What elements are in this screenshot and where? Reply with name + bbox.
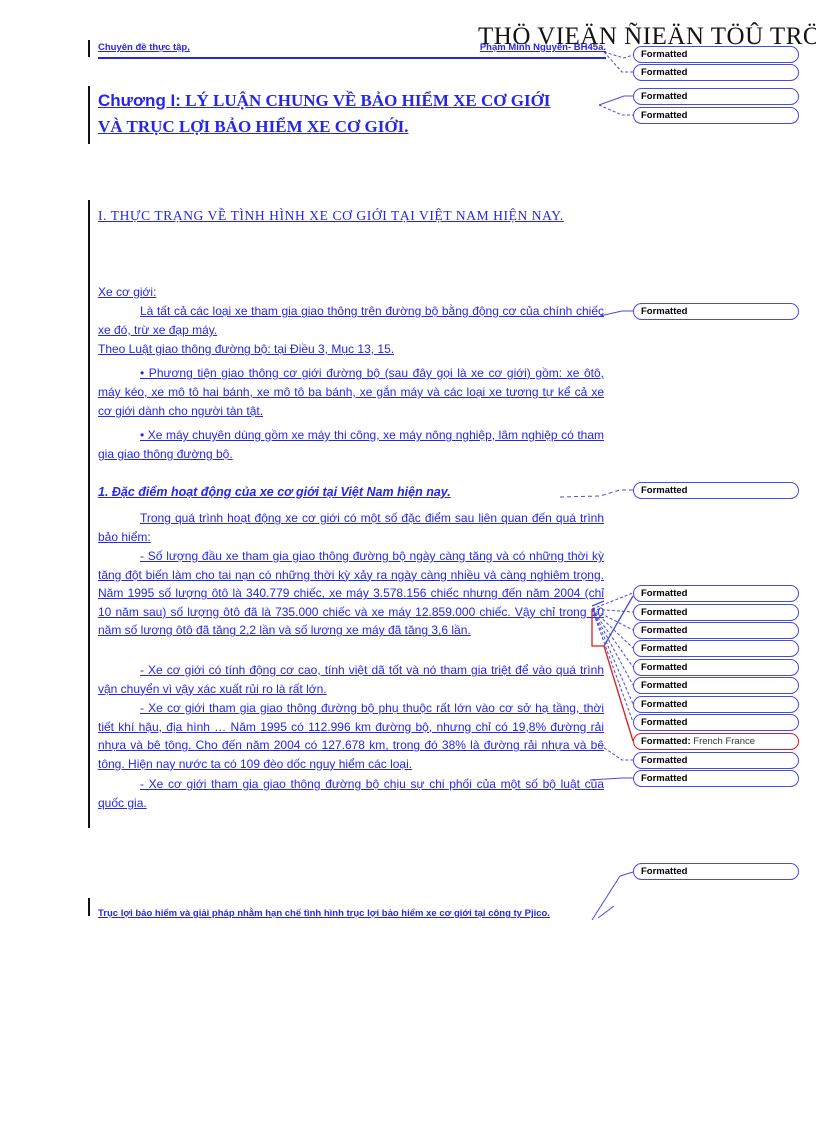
law-reference-text: Theo Luật giao thông đường bộ: tại Điều …: [98, 342, 395, 356]
document-page: THÖ VIEÄN ÑIEÄN TÖÛ TRÖÏC TUYEÁN Chuyên …: [0, 0, 816, 1123]
revision-balloon[interactable]: Formatted: [633, 64, 799, 81]
section-heading-1: I. THỰC TRẠNG VỀ TÌNH HÌNH XE CƠ GIỚI TẠ…: [98, 208, 564, 223]
point-paragraph-2: - Xe cơ giới có tính động cơ cao, tính v…: [98, 661, 604, 698]
change-bar-body: [88, 200, 90, 828]
bullet-1-text: • Phương tiện giao thông cơ giới đường b…: [98, 366, 604, 418]
point-paragraph-4: - Xe cơ giới tham gia giao thông đường b…: [98, 775, 604, 812]
change-bar-footer: [88, 898, 90, 916]
revision-balloon-label: Formatted: [641, 866, 688, 877]
revision-balloon-label: Formatted: [641, 680, 688, 691]
revision-balloon-label: Formatted: [641, 773, 688, 784]
revision-balloon[interactable]: Formatted: [633, 863, 799, 880]
revision-balloon-label: Formatted: [641, 717, 688, 728]
revision-balloon-detail: French France: [690, 736, 756, 747]
intro-paragraph: Trong quá trình hoạt động xe cơ giới có …: [98, 509, 604, 547]
revision-balloon-label: Formatted: [641, 485, 688, 496]
revision-balloon[interactable]: Formatted: [633, 677, 799, 694]
revision-balloon[interactable]: Formatted: [633, 88, 799, 105]
point-paragraph-3: - Xe cơ giới tham gia giao thông đường b…: [98, 699, 604, 773]
revision-balloon[interactable]: Formatted: French France: [633, 733, 799, 750]
chapter-heading-line2: VÀ TRỤC LỢI BẢO HIỂM XE CƠ GIỚI.: [98, 117, 409, 136]
running-footer: Trục lợi bảo hiểm và giải pháp nhằm hạn …: [98, 903, 608, 921]
point-2-text: - Xe cơ giới có tính động cơ cao, tính v…: [98, 663, 604, 696]
revision-balloon-label: Formatted: [641, 662, 688, 673]
revision-balloon-label: Formatted:: [641, 736, 691, 747]
revision-balloon[interactable]: Formatted: [633, 752, 799, 769]
intro-text: Trong quá trình hoạt động xe cơ giới có …: [98, 511, 604, 544]
revision-balloon-label: Formatted: [641, 643, 688, 654]
revision-balloon-label: Formatted: [641, 306, 688, 317]
revision-balloon-label: Formatted: [641, 755, 688, 766]
bullet-paragraph-1: • Phương tiện giao thông cơ giới đường b…: [98, 364, 604, 421]
revision-balloon[interactable]: Formatted: [633, 622, 799, 639]
revision-balloon[interactable]: Formatted: [633, 107, 799, 124]
subsection-heading-1: 1. Đặc điểm hoạt động của xe cơ giới tại…: [98, 485, 451, 499]
revision-balloon[interactable]: Formatted: [633, 640, 799, 657]
header-left-text: Chuyên đề thực tập,: [98, 42, 190, 53]
definition-paragraph: Là tất cả các loại xe tham gia giao thôn…: [98, 302, 604, 340]
law-reference: Theo Luật giao thông đường bộ: tại Điều …: [98, 340, 394, 359]
revision-balloon-label: Formatted: [641, 588, 688, 599]
change-bar-header: [88, 40, 90, 57]
revision-balloon-label: Formatted: [641, 91, 688, 102]
chapter-heading-label: Chương I:: [98, 91, 181, 110]
library-watermark: THÖ VIEÄN ÑIEÄN TÖÛ TRÖÏC TUYEÁN: [478, 23, 816, 50]
header-rule: [98, 57, 606, 59]
chapter-heading-line1: LÝ LUẬN CHUNG VỀ BẢO HIỂM XE CƠ GIỚI: [180, 91, 551, 110]
revision-balloon-label: Formatted: [641, 607, 688, 618]
revision-balloon[interactable]: Formatted: [633, 303, 799, 320]
revision-balloon-label: Formatted: [641, 625, 688, 636]
revision-balloon[interactable]: Formatted: [633, 604, 799, 621]
point-1-text: - Số lượng đầu xe tham gia giao thông đư…: [98, 549, 604, 638]
revision-balloon[interactable]: Formatted: [633, 696, 799, 713]
point-4-text: - Xe cơ giới tham gia giao thông đường b…: [98, 777, 604, 810]
term-label: Xe cơ giới:: [98, 285, 157, 299]
definition-text: Là tất cả các loại xe tham gia giao thôn…: [98, 304, 604, 337]
change-bar-chapter: [88, 86, 90, 144]
revision-balloon[interactable]: Formatted: [633, 482, 799, 499]
bullet-paragraph-2: • Xe máy chuyên dùng gồm xe máy thi công…: [98, 426, 604, 464]
revision-balloon[interactable]: Formatted: [633, 714, 799, 731]
revision-balloon-label: Formatted: [641, 67, 688, 78]
revision-balloon[interactable]: Formatted: [633, 770, 799, 787]
revision-balloon-label: Formatted: [641, 110, 688, 121]
revision-balloon[interactable]: Formatted: [633, 659, 799, 676]
point-paragraph-1: - Số lượng đầu xe tham gia giao thông đư…: [98, 547, 604, 640]
revision-balloon-label: Formatted: [641, 699, 688, 710]
bullet-2-text: • Xe máy chuyên dùng gồm xe máy thi công…: [98, 428, 604, 461]
footer-text: Trục lợi bảo hiểm và giải pháp nhằm hạn …: [98, 908, 550, 919]
chapter-heading: Chương I: LÝ LUẬN CHUNG VỀ BẢO HIỂM XE C…: [98, 88, 604, 140]
revision-balloon[interactable]: Formatted: [633, 585, 799, 602]
point-3-text: - Xe cơ giới tham gia giao thông đường b…: [98, 701, 604, 771]
